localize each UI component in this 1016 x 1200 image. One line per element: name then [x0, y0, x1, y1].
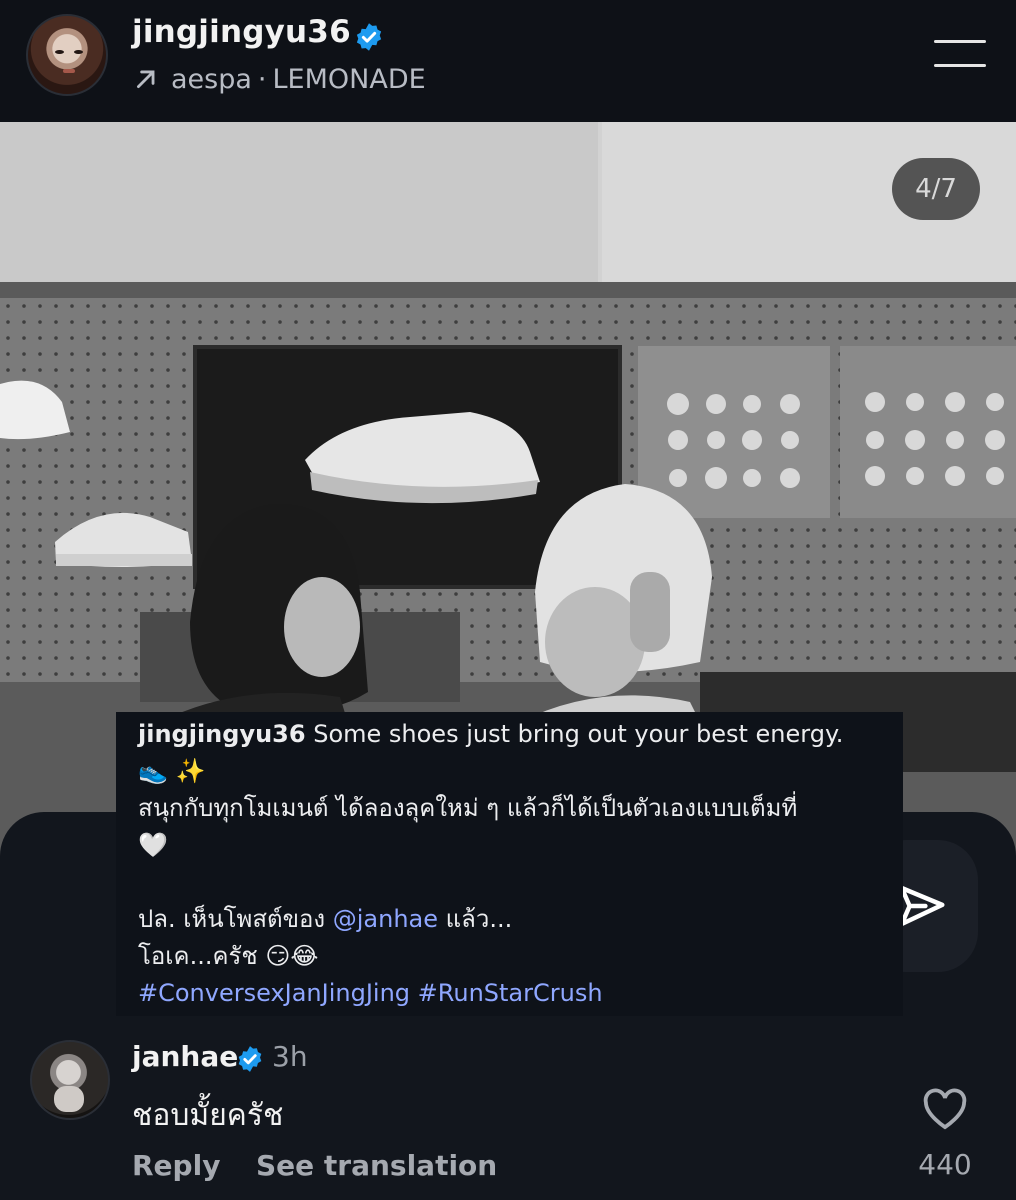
avatar-lips — [63, 69, 75, 73]
caption-text: Some shoes just bring out your best ener… — [313, 720, 844, 748]
music-separator: · — [257, 63, 267, 95]
caption-ps-prefix: ปล. เห็นโพสต์ของ — [138, 905, 333, 933]
verified-badge-icon — [356, 23, 382, 51]
avatar-eye-left — [55, 50, 64, 54]
author-username[interactable]: jingjingyu36 — [132, 14, 351, 50]
caption-line-1: jingjingyu36 Some shoes just bring out y… — [138, 716, 883, 753]
caption-emoji-line: 👟 ✨ — [138, 757, 206, 785]
menu-icon[interactable] — [934, 40, 986, 70]
verified-badge-icon — [238, 1046, 262, 1072]
caption-thai-line: สนุกกับทุกโมเมนต์ ได้ลองลุคใหม่ ๆ แล้วก็… — [138, 794, 798, 822]
comment-timestamp: 3h — [272, 1040, 308, 1073]
caption-username[interactable]: jingjingyu36 — [138, 720, 306, 748]
caption-hashtags[interactable]: #ConversexJanJingJing #RunStarCrush — [138, 975, 883, 1012]
avatar-eye-right — [74, 50, 83, 54]
heart-icon[interactable] — [922, 1088, 968, 1130]
music-info[interactable]: aespa · LEMONADE — [133, 62, 426, 96]
comment-text: ชอบมั้ยครัช — [132, 1098, 284, 1133]
commenter-avatar[interactable] — [30, 1040, 110, 1120]
like-count: 440 — [918, 1148, 972, 1181]
music-artist: aespa — [171, 63, 252, 95]
caption-heart-line: 🤍 — [138, 831, 168, 859]
music-title: LEMONADE — [272, 63, 426, 95]
send-icon — [899, 885, 945, 927]
caption-ps-suffix: แล้ว... — [438, 905, 513, 933]
image-counter-badge: 4/7 — [892, 158, 980, 220]
music-arrow-icon — [137, 70, 155, 88]
post-header: jingjingyu36 aespa · LEMONADE — [0, 0, 1016, 122]
see-translation-button[interactable]: See translation — [256, 1149, 497, 1182]
caption-ps-line: ปล. เห็นโพสต์ของ @janhae แล้ว... — [138, 901, 883, 938]
caption-ok-line: โอเค...ครัช 😏😂 — [138, 942, 319, 970]
reply-button[interactable]: Reply — [132, 1149, 220, 1182]
author-avatar[interactable] — [26, 14, 108, 96]
mention-link[interactable]: @janhae — [333, 905, 438, 933]
commenter-username[interactable]: janhae — [132, 1040, 238, 1073]
post-caption: jingjingyu36 Some shoes just bring out y… — [116, 712, 903, 1016]
avatar-hand — [54, 1086, 84, 1112]
